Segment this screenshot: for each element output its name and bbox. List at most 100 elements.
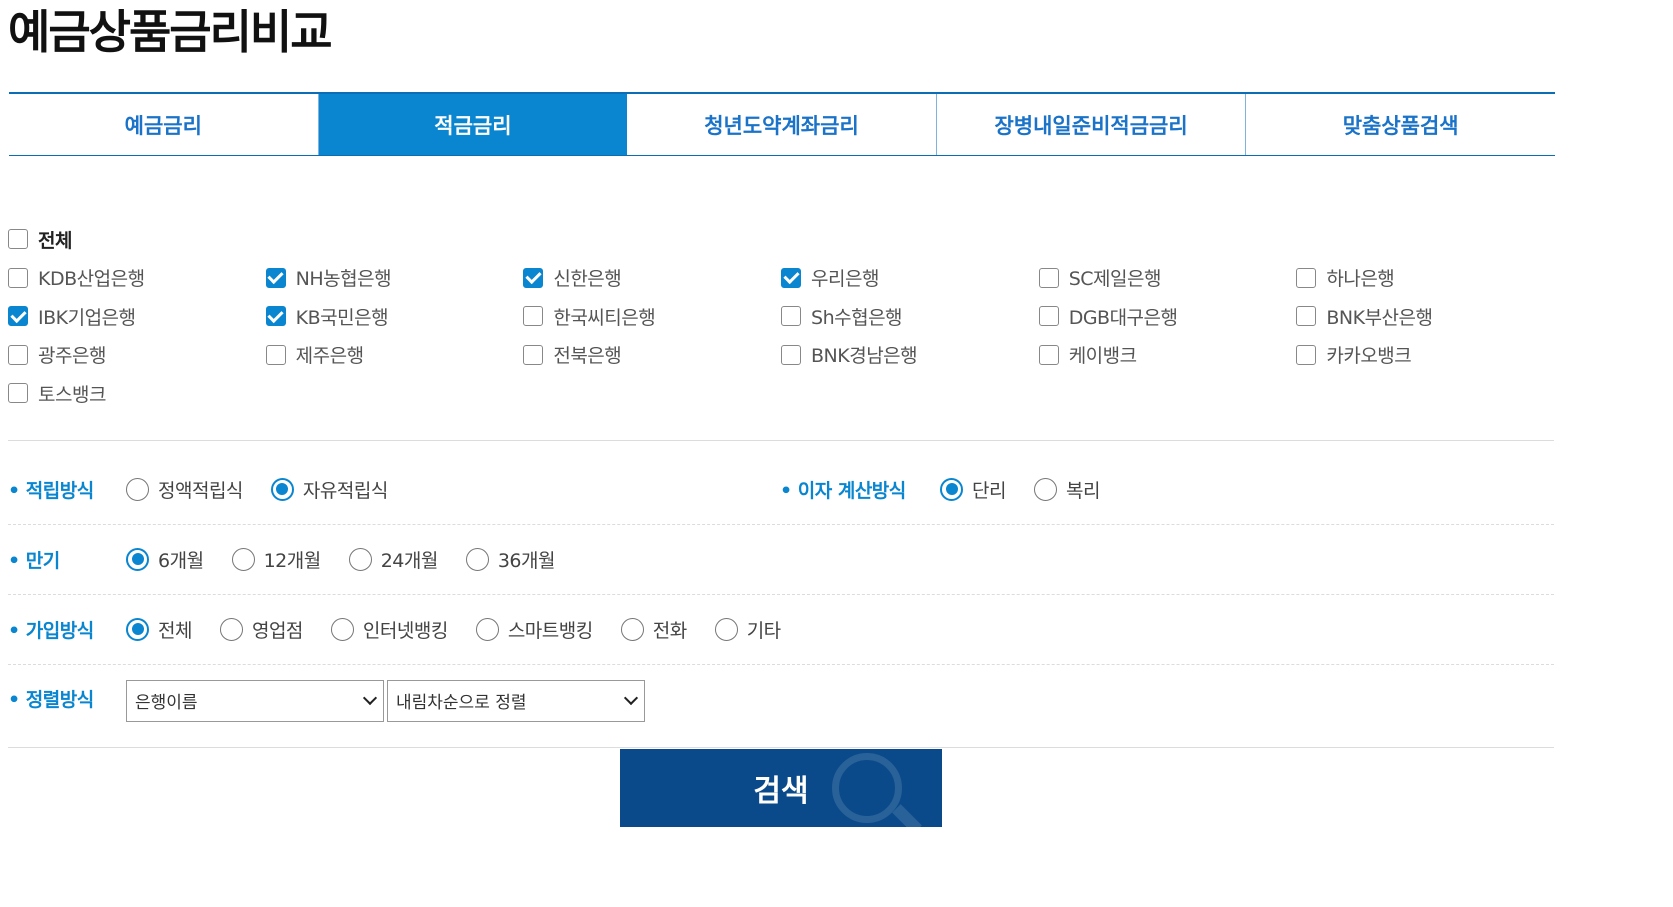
checkbox-checked-icon[interactable] [265,267,286,288]
radio-simple-interest[interactable]: 단리 [940,476,1006,503]
checkbox-icon[interactable] [1038,267,1059,288]
checkbox-checked-icon[interactable] [781,267,802,288]
radio-selected-icon[interactable] [126,617,149,641]
radio-compound-interest[interactable]: 복리 [1033,476,1100,503]
bank-checkbox[interactable]: IBK기업은행 [8,303,266,330]
bank-checkbox[interactable]: SC제일은행 [1038,264,1297,291]
bank-checkbox-all[interactable]: 전체 [8,226,266,253]
bank-label: 우리은행 [811,268,879,291]
radio-selected-icon[interactable] [270,477,294,501]
bank-label: 전북은행 [553,345,622,368]
sort-row: 정렬방식 은행이름 내림차순으로 정렬 [8,679,1554,722]
checkbox-icon[interactable] [523,306,544,327]
radio-icon[interactable] [330,617,354,641]
radio-icon[interactable] [714,617,738,641]
bank-checkbox[interactable]: KDB산업은행 [8,264,266,291]
bank-label: SC제일은행 [1068,268,1162,291]
bank-label: 신한은행 [553,268,622,291]
radio-icon[interactable] [465,547,489,571]
radio-term-12m[interactable]: 12개월 [231,546,322,573]
radio-icon[interactable] [219,617,243,641]
radio-join-internet[interactable]: 인터넷뱅킹 [330,616,448,643]
checkbox-icon[interactable] [8,267,28,288]
radio-free-savings[interactable]: 자유적립식 [270,476,388,503]
bank-checkbox[interactable]: Sh수협은행 [781,303,1039,330]
sort-field-select[interactable]: 은행이름 [126,679,384,722]
bank-checkbox[interactable]: BNK부산은행 [1296,303,1554,330]
radio-icon[interactable] [475,617,499,641]
bank-checkbox[interactable]: DGB대구은행 [1038,303,1297,330]
bank-label: IBK기업은행 [38,306,136,329]
radio-label: 스마트뱅킹 [507,619,593,642]
savings-method-row: 적립방식 정액적립식 자유적립식 이자 계산방식 단리 복리 [8,473,1554,505]
checkbox-icon[interactable] [8,383,28,404]
bank-checkbox[interactable]: 토스뱅크 [8,380,266,407]
checkbox-icon[interactable] [1296,267,1317,288]
checkbox-icon[interactable] [265,344,286,365]
bank-label: NH농협은행 [295,268,392,291]
tab-youth-leap-account[interactable]: 청년도약계좌금리 [627,94,937,155]
tab-soldier-savings[interactable]: 장병내일준비적금금리 [937,94,1247,155]
radio-join-smart[interactable]: 스마트뱅킹 [475,616,593,643]
bank-label: 제주은행 [295,345,364,368]
checkbox-icon[interactable] [1296,344,1317,365]
radio-label: 영업점 [251,619,303,642]
checkbox-icon[interactable] [781,306,802,327]
checkbox-checked-icon[interactable] [8,306,28,327]
checkbox-icon[interactable] [1038,306,1059,327]
sort-order-select[interactable]: 내림차순으로 정렬 [387,679,645,722]
bank-checkbox[interactable]: 우리은행 [781,264,1039,291]
search-button[interactable]: 검색 [620,749,942,827]
radio-join-branch[interactable]: 영업점 [219,616,303,643]
tab-deposit-rate[interactable]: 예금금리 [9,94,319,155]
radio-label: 인터넷뱅킹 [362,619,448,642]
search-icon-handle [892,804,922,827]
radio-join-all[interactable]: 전체 [126,616,192,643]
bank-checkbox[interactable]: 제주은행 [265,341,524,368]
checkbox-icon[interactable] [1038,344,1059,365]
radio-term-24m[interactable]: 24개월 [348,546,438,573]
bank-checkbox[interactable]: 전북은행 [523,341,781,368]
divider [8,440,1554,441]
bank-checkbox[interactable]: KB국민은행 [265,303,524,330]
tab-custom-search[interactable]: 맞춤상품검색 [1246,94,1555,155]
bank-checkbox[interactable]: 한국씨티은행 [523,303,781,330]
radio-join-other[interactable]: 기타 [714,616,781,643]
divider [8,524,1554,525]
radio-icon[interactable] [126,477,149,501]
checkbox-checked-icon[interactable] [265,306,286,327]
radio-label: 자유적립식 [302,479,388,502]
checkbox-icon[interactable] [1296,306,1317,327]
radio-label: 36개월 [497,549,556,572]
bank-checkbox[interactable]: 카카오뱅크 [1296,341,1554,368]
search-button-label: 검색 [753,774,809,809]
radio-label: 전체 [158,619,192,642]
bank-checkbox[interactable]: 하나은행 [1296,264,1554,291]
bank-label: 하나은행 [1326,268,1395,291]
bank-checkbox[interactable]: 신한은행 [523,264,781,291]
radio-icon[interactable] [348,547,372,571]
page-title: 예금상품금리비교 [8,5,333,59]
bank-checkbox[interactable]: 광주은행 [8,341,266,368]
divider [8,747,1554,748]
bank-checkbox[interactable]: BNK경남은행 [781,341,1039,368]
radio-selected-icon[interactable] [126,547,149,571]
radio-label: 12개월 [263,549,322,572]
radio-icon[interactable] [620,617,644,641]
bank-checkbox[interactable]: 케이뱅크 [1038,341,1297,368]
tab-savings-rate[interactable]: 적금금리 [318,94,628,155]
radio-join-phone[interactable]: 전화 [620,616,687,643]
radio-term-36m[interactable]: 36개월 [465,546,556,573]
bank-checkbox[interactable]: NH농협은행 [265,264,524,291]
checkbox-icon[interactable] [523,344,544,365]
radio-term-6m[interactable]: 6개월 [126,546,204,573]
radio-fixed-savings[interactable]: 정액적립식 [126,476,243,503]
checkbox-icon[interactable] [8,229,28,250]
checkbox-icon[interactable] [781,344,802,365]
checkbox-checked-icon[interactable] [523,267,544,288]
radio-selected-icon[interactable] [940,477,963,501]
radio-icon[interactable] [231,547,255,571]
radio-icon[interactable] [1033,477,1057,501]
radio-label: 6개월 [158,549,204,572]
checkbox-icon[interactable] [8,344,28,365]
